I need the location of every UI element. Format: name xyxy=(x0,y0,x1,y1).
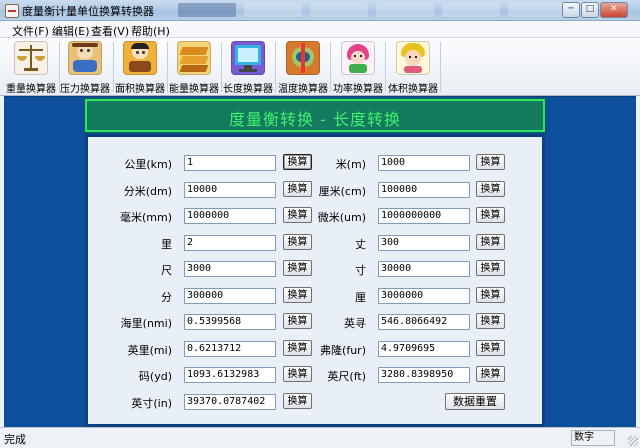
close-button[interactable]: ✕ xyxy=(600,2,628,18)
field-label: 毫米(mm) xyxy=(119,211,172,224)
field-label: 寸 xyxy=(355,264,366,277)
field-label: 分 xyxy=(161,290,172,304)
maximize-button[interactable]: □ xyxy=(581,2,599,18)
tool-length-converter[interactable]: 长度换算器 xyxy=(221,39,275,95)
field-label: 英里(mi) xyxy=(127,343,172,357)
field-label: 里 xyxy=(161,237,172,251)
field-label: 分米(dm) xyxy=(123,184,172,198)
value-input[interactable]: 3000000 xyxy=(378,287,470,304)
client-area: 度量衡转换 - 长度转换 公里(km) 1 换算 米(m) 1000 换算 分米(dm) 10… xyxy=(4,96,636,427)
tool-label: 温度换算器 xyxy=(278,84,328,95)
value-input[interactable]: 10000 xyxy=(184,181,276,198)
field-label: 厘米(cm) xyxy=(318,184,366,198)
convert-button[interactable]: 换算 xyxy=(476,313,505,329)
convert-button[interactable]: 换算 xyxy=(476,207,505,223)
menu-bar: 文件(F) 编辑(E) 查看(V) 帮助(H) xyxy=(0,21,640,38)
tool-label: 功率换算器 xyxy=(333,84,383,95)
window-title: 度量衡计量单位换算转换器 xyxy=(22,5,154,18)
tool-energy-converter[interactable]: 能量换算器 xyxy=(167,39,221,95)
num-lock-indicator: 数字 xyxy=(571,430,615,446)
tool-weight-converter[interactable]: 重量换算器 xyxy=(4,39,58,95)
tool-label: 体积换算器 xyxy=(388,84,438,95)
value-input[interactable]: 300 xyxy=(378,234,470,251)
value-input[interactable]: 1000000000 xyxy=(378,208,470,224)
value-input[interactable]: 30000 xyxy=(378,261,470,277)
toolbar: 重量换算器 压力换算器 面积换算器 能量换算器 长度换算器 温度换算器 功率换算… xyxy=(0,38,640,96)
menu-file[interactable]: 文件(F) xyxy=(12,23,49,39)
tool-pressure-converter[interactable]: 压力换算器 xyxy=(58,39,112,95)
field-label: 码(yd) xyxy=(138,370,172,383)
tool-label: 长度换算器 xyxy=(223,84,273,95)
title-bar[interactable]: 度量衡计量单位换算转换器 ─ □ ✕ xyxy=(0,0,640,21)
value-input[interactable]: 0.5399568 xyxy=(184,314,276,330)
convert-button[interactable]: 换算 xyxy=(476,233,505,250)
value-input[interactable]: 39370.0787402 xyxy=(184,393,276,410)
app-icon xyxy=(5,4,19,18)
status-text: 完成 xyxy=(4,433,26,446)
value-input[interactable]: 2 xyxy=(184,234,276,251)
volume-icon xyxy=(396,41,430,75)
converter-panel: 公里(km) 1 换算 米(m) 1000 换算 分米(dm) 10000 换算 厘米(cm) 10… xyxy=(85,134,545,427)
value-input[interactable]: 300000 xyxy=(184,287,276,304)
value-input[interactable]: 546.8066492 xyxy=(378,314,470,330)
field-label: 海里(nmi) xyxy=(120,317,172,330)
field-label: 英寸(in) xyxy=(131,396,172,410)
convert-button[interactable]: 换算 xyxy=(476,154,505,170)
field-label: 公里(km) xyxy=(124,158,172,171)
value-input[interactable]: 0.6213712 xyxy=(184,340,276,357)
convert-button[interactable]: 换算 xyxy=(283,392,312,409)
resize-grip[interactable] xyxy=(628,436,638,446)
field-label: 英尺(ft) xyxy=(327,370,366,383)
menu-view[interactable]: 查看(V) xyxy=(91,23,129,39)
length-form: 公里(km) 1 换算 米(m) 1000 换算 分米(dm) 10000 换算 厘米(cm) 10… xyxy=(88,137,542,424)
tool-volume-converter[interactable]: 体积换算器 xyxy=(386,39,440,95)
menu-edit[interactable]: 编辑(E) xyxy=(52,23,90,39)
menu-help[interactable]: 帮助(H) xyxy=(131,23,170,39)
tool-label: 压力换算器 xyxy=(60,84,110,95)
field-label: 英寻 xyxy=(344,317,366,330)
convert-button[interactable]: 换算 xyxy=(476,366,505,382)
value-input[interactable]: 4.9709695 xyxy=(378,340,470,357)
field-label: 厘 xyxy=(355,290,366,304)
temperature-icon xyxy=(286,41,320,75)
tool-area-converter[interactable]: 面积换算器 xyxy=(113,39,167,95)
value-input[interactable]: 100000 xyxy=(378,181,470,198)
tool-power-converter[interactable]: 功率换算器 xyxy=(331,39,385,95)
field-label: 弗隆(fur) xyxy=(320,343,366,357)
page-title: 度量衡转换 - 长度转换 xyxy=(229,110,401,129)
value-input[interactable]: 3280.8398950 xyxy=(378,367,470,383)
energy-icon xyxy=(177,41,211,75)
minimize-button[interactable]: ─ xyxy=(562,2,580,18)
convert-button[interactable]: 换算 xyxy=(476,180,505,197)
scale-icon xyxy=(14,41,48,75)
value-input[interactable]: 1000 xyxy=(378,155,470,171)
tool-temperature-converter[interactable]: 温度换算器 xyxy=(276,39,330,95)
value-input[interactable]: 1 xyxy=(184,155,276,171)
tool-label: 重量换算器 xyxy=(6,84,56,95)
convert-button[interactable]: 换算 xyxy=(476,339,505,356)
area-icon xyxy=(123,41,157,75)
tool-label: 能量换算器 xyxy=(169,84,219,95)
field-label: 尺 xyxy=(161,264,172,277)
convert-button[interactable]: 换算 xyxy=(476,260,505,276)
pressure-icon xyxy=(68,41,102,75)
value-input[interactable]: 3000 xyxy=(184,261,276,277)
power-icon xyxy=(341,41,375,75)
field-label: 微米(um) xyxy=(317,211,366,224)
convert-button[interactable]: 换算 xyxy=(476,286,505,303)
reset-button[interactable]: 数据重置 xyxy=(445,392,505,410)
value-input[interactable]: 1000000 xyxy=(184,208,276,224)
field-label: 丈 xyxy=(355,237,366,251)
tool-label: 面积换算器 xyxy=(115,84,165,95)
field-label: 米(m) xyxy=(335,158,366,171)
value-input[interactable]: 1093.6132983 xyxy=(184,367,276,383)
page-banner: 度量衡转换 - 长度转换 xyxy=(84,98,546,133)
length-icon xyxy=(231,41,265,75)
status-bar: 完成 数字 xyxy=(0,427,640,448)
